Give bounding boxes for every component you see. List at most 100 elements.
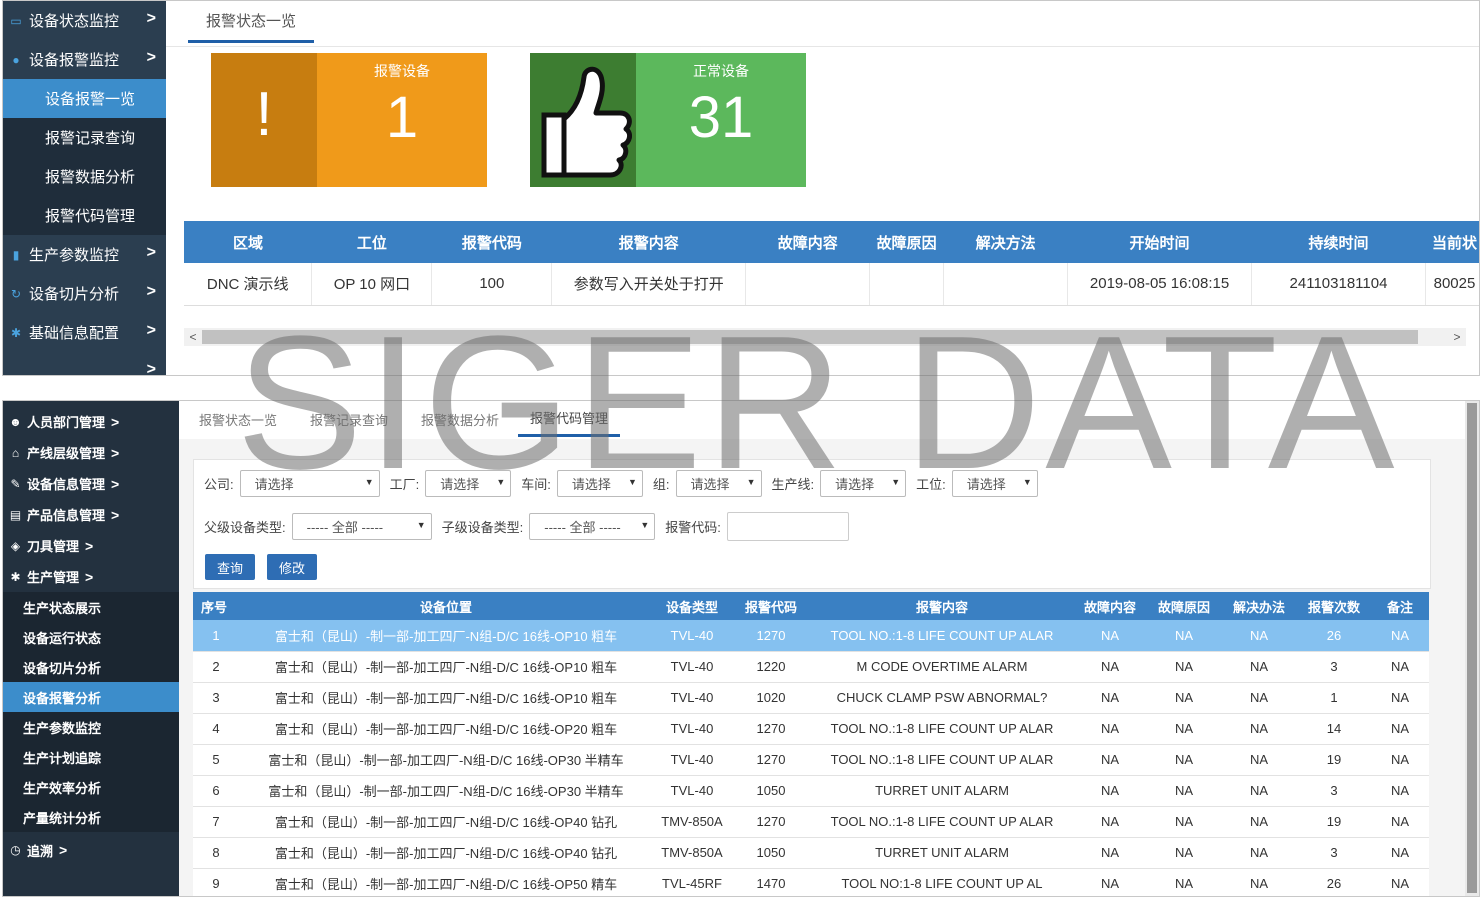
table-row[interactable]: 2 富士和（昆山）-制一部-加工四厂-N组-D/C 16线-OP10 粗车 TVL-… bbox=[193, 651, 1429, 683]
sidebar-item-slice-analysis[interactable]: ↻ 设备切片分析 > bbox=[3, 274, 166, 313]
parent-type-select[interactable]: ----- 全部 ----- ▼ bbox=[291, 513, 432, 540]
col-header-device-type[interactable]: 设备类型 bbox=[653, 592, 731, 620]
dropdown-arrow-icon: ▼ bbox=[1022, 477, 1032, 487]
scrollbar-thumb[interactable] bbox=[1467, 403, 1477, 893]
col-header-alarm-content[interactable]: 报警内容 bbox=[811, 592, 1073, 620]
alarm-code-input[interactable] bbox=[726, 512, 849, 541]
cell-alarm-count: 26 bbox=[1297, 620, 1371, 652]
company-select[interactable]: 请选择 ▼ bbox=[239, 470, 380, 497]
table-row[interactable]: 1 富士和（昆山）-制一部-加工四厂-N组-D/C 16线-OP10 粗车 TVL-… bbox=[193, 620, 1429, 652]
col-header-solution[interactable]: 解决方法 bbox=[943, 221, 1068, 263]
station-select[interactable]: 请选择 ▼ bbox=[951, 470, 1038, 497]
cell-solution: NA bbox=[1221, 682, 1297, 714]
cell-index: 2 bbox=[193, 651, 239, 683]
alarm-device-card[interactable]: ! 报警设备 1 bbox=[211, 53, 487, 187]
col-header-start-time[interactable]: 开始时间 bbox=[1067, 221, 1252, 263]
top-tab-bar: 报警状态一览 bbox=[166, 1, 1479, 47]
normal-device-card[interactable]: 正常设备 31 bbox=[530, 53, 806, 187]
tab-alarm-overview[interactable]: 报警状态一览 bbox=[199, 401, 277, 437]
table-row[interactable]: 8 富士和（昆山）-制一部-加工四厂-N组-D/C 16线-OP40 钻孔 TMV-… bbox=[193, 837, 1429, 869]
tab-alarm-records[interactable]: 报警记录查询 bbox=[310, 401, 388, 437]
query-button[interactable]: 查询 bbox=[205, 554, 255, 580]
col-header-alarm-code[interactable]: 报警代码 bbox=[431, 221, 552, 263]
group-select[interactable]: 请选择 ▼ bbox=[675, 470, 762, 497]
scroll-left-icon[interactable]: < bbox=[184, 328, 202, 346]
cell-location: 富士和（昆山）-制一部-加工四厂-N组-D/C 16线-OP10 粗车 bbox=[239, 651, 653, 683]
sidebar-item-cut-off[interactable]: > bbox=[3, 352, 166, 375]
sidebar-subitem-alarm-codes[interactable]: 报警代码管理 bbox=[3, 196, 166, 235]
cell-alarm-content: CHUCK CLAMP PSW ABNORMAL? bbox=[811, 682, 1073, 714]
sidebar-item-device-status[interactable]: ▭ 设备状态监控 > bbox=[3, 1, 166, 40]
table-row[interactable]: 9 富士和（昆山）-制一部-加工四厂-N组-D/C 16线-OP50 精车 TVL-… bbox=[193, 868, 1429, 896]
col-header-station[interactable]: 工位 bbox=[311, 221, 432, 263]
vertical-scrollbar[interactable] bbox=[1465, 401, 1479, 896]
sidebar-subitem-plan-tracking[interactable]: 生产计划追踪 bbox=[3, 742, 179, 772]
sidebar-subitem-slice-analysis[interactable]: 设备切片分析 bbox=[3, 652, 179, 682]
cell-device-type: TVL-40 bbox=[653, 713, 731, 745]
user-icon: ☻ bbox=[9, 414, 22, 429]
col-header-remark[interactable]: 备注 bbox=[1371, 592, 1429, 620]
table-row[interactable]: 3 富士和（昆山）-制一部-加工四厂-N组-D/C 16线-OP10 粗车 TVL-… bbox=[193, 682, 1429, 714]
sidebar-subitem-alarm-analysis[interactable]: 设备报警分析 bbox=[3, 682, 179, 712]
col-header-solution[interactable]: 解决办法 bbox=[1221, 592, 1297, 620]
sidebar-subitem-alarm-records[interactable]: 报警记录查询 bbox=[3, 118, 166, 157]
col-header-area[interactable]: 区域 bbox=[184, 221, 312, 263]
col-header-alarm-count[interactable]: 报警次数 bbox=[1297, 592, 1371, 620]
alarm-card-body: 报警设备 1 bbox=[317, 53, 487, 187]
sidebar-subitem-production-params[interactable]: 生产参数监控 bbox=[3, 712, 179, 742]
sidebar-item-product-info[interactable]: ▤ 产品信息管理 > bbox=[3, 499, 179, 530]
col-header-location[interactable]: 设备位置 bbox=[239, 592, 653, 620]
sidebar-subitem-device-running[interactable]: 设备运行状态 bbox=[3, 622, 179, 652]
col-header-fault-cause[interactable]: 故障原因 bbox=[869, 221, 944, 263]
line-select[interactable]: 请选择 ▼ bbox=[820, 470, 907, 497]
sidebar-item-production-params[interactable]: ▮ 生产参数监控 > bbox=[3, 235, 166, 274]
tab-alarm-codes[interactable]: 报警代码管理 bbox=[518, 401, 621, 437]
sidebar-item-tool-management[interactable]: ◈ 刀具管理 > bbox=[3, 530, 179, 561]
child-type-label: 子级设备类型: bbox=[441, 520, 524, 535]
col-header-index[interactable]: 序号 bbox=[193, 592, 239, 620]
sidebar-item-production-management[interactable]: ✱ 生产管理 > bbox=[3, 561, 179, 592]
factory-select[interactable]: 请选择 ▼ bbox=[425, 470, 512, 497]
normal-card-icon-area bbox=[530, 53, 636, 187]
sidebar-item-line-hierarchy[interactable]: ⌂ 产线层级管理 > bbox=[3, 437, 179, 468]
sidebar-item-label: 设备信息管理 bbox=[27, 477, 106, 492]
scrollbar-thumb[interactable] bbox=[202, 330, 1418, 344]
cell-fault-cause: NA bbox=[1147, 837, 1221, 869]
sidebar-subitem-production-status[interactable]: 生产状态展示 bbox=[3, 592, 179, 622]
chevron-right-icon: > bbox=[59, 842, 68, 858]
child-type-select[interactable]: ----- 全部 ----- ▼ bbox=[529, 513, 656, 540]
col-header-fault-content[interactable]: 故障内容 bbox=[1073, 592, 1147, 620]
sidebar-item-trace[interactable]: ◷ 追溯 > bbox=[3, 832, 179, 868]
cell-fault-content: NA bbox=[1073, 868, 1147, 896]
sidebar-item-device-alarm[interactable]: ● 设备报警监控 > bbox=[3, 40, 166, 79]
table-row[interactable]: 7 富士和（昆山）-制一部-加工四厂-N组-D/C 16线-OP40 钻孔 TMV-… bbox=[193, 806, 1429, 838]
edit-button[interactable]: 修改 bbox=[267, 554, 317, 580]
tab-alarm-overview[interactable]: 报警状态一览 bbox=[188, 1, 314, 43]
sidebar-subitem-output-stats[interactable]: 产量统计分析 bbox=[3, 802, 179, 832]
table-row[interactable]: 5 富士和（昆山）-制一部-加工四厂-N组-D/C 16线-OP30 半精车 TVL… bbox=[193, 744, 1429, 776]
workshop-select[interactable]: 请选择 ▼ bbox=[556, 470, 643, 497]
sidebar-subitem-efficiency[interactable]: 生产效率分析 bbox=[3, 772, 179, 802]
sidebar-item-label: 生产参数监控 bbox=[29, 247, 120, 264]
cell-alarm-count: 3 bbox=[1297, 775, 1371, 807]
sidebar-item-base-config[interactable]: ✱ 基础信息配置 > bbox=[3, 313, 166, 352]
alarm-overview-panel: ▭ 设备状态监控 > ● 设备报警监控 > 设备报警一览 报警记录查询 报警数据… bbox=[2, 0, 1480, 376]
table-row[interactable]: 4 富士和（昆山）-制一部-加工四厂-N组-D/C 16线-OP20 粗车 TVL-… bbox=[193, 713, 1429, 745]
tab-alarm-analysis[interactable]: 报警数据分析 bbox=[421, 401, 499, 437]
col-header-alarm-code[interactable]: 报警代码 bbox=[731, 592, 811, 620]
col-header-current-status[interactable]: 当前状 bbox=[1425, 221, 1479, 263]
scroll-right-icon[interactable]: > bbox=[1448, 328, 1466, 346]
col-header-fault-content[interactable]: 故障内容 bbox=[745, 221, 870, 263]
cell-index: 7 bbox=[193, 806, 239, 838]
sidebar-item-staff-dept[interactable]: ☻ 人员部门管理 > bbox=[3, 406, 179, 437]
col-header-duration[interactable]: 持续时间 bbox=[1251, 221, 1426, 263]
sidebar-subitem-alarm-overview[interactable]: 设备报警一览 bbox=[3, 79, 166, 118]
horizontal-scrollbar[interactable]: < > bbox=[184, 328, 1466, 346]
col-header-fault-cause[interactable]: 故障原因 bbox=[1147, 592, 1221, 620]
table-row[interactable]: 6 富士和（昆山）-制一部-加工四厂-N组-D/C 16线-OP30 半精车 TVL… bbox=[193, 775, 1429, 807]
filter-panel: 公司: 请选择 ▼ 工厂: 请选择 ▼ 车间: 请选择 ▼ 组: 请选择 ▼ 生产线: … bbox=[193, 459, 1431, 589]
sidebar-subitem-alarm-analysis[interactable]: 报警数据分析 bbox=[3, 157, 166, 196]
sidebar-item-device-info[interactable]: ✎ 设备信息管理 > bbox=[3, 468, 179, 499]
table-row[interactable]: DNC 演示线 OP 10 网口 100 参数写入开关处于打开 2019-08-… bbox=[184, 263, 1479, 306]
col-header-alarm-content[interactable]: 报警内容 bbox=[551, 221, 746, 263]
